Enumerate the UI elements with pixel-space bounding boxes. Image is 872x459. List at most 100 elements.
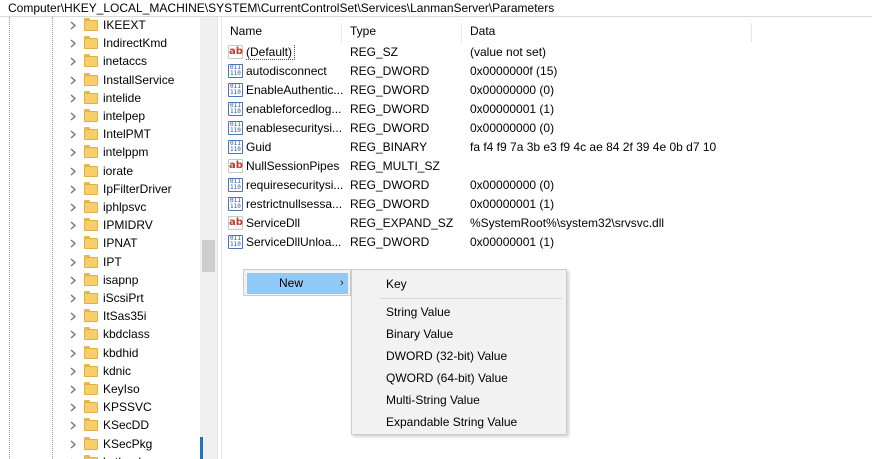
- tree-item[interactable]: IPT: [0, 253, 200, 271]
- chevron-right-icon[interactable]: [68, 309, 78, 323]
- value-row[interactable]: ab (Default) REG_SZ (value not set): [222, 43, 872, 62]
- value-row[interactable]: 011 110 enablesecuritysi... REG_DWORD 0x0000…: [222, 119, 872, 138]
- tree-item[interactable]: KeyIso: [0, 380, 200, 398]
- chevron-right-icon[interactable]: [68, 382, 78, 396]
- tree-item-label: intelppm: [103, 145, 149, 160]
- chevron-right-icon[interactable]: [68, 109, 78, 123]
- chevron-right-icon[interactable]: [68, 455, 78, 459]
- chevron-right-icon[interactable]: [68, 54, 78, 68]
- value-type: REG_DWORD: [350, 235, 430, 249]
- tree-item-label: IndirectKmd: [103, 36, 168, 51]
- value-row[interactable]: 011 110 requiresecuritysi... REG_DWORD 0x000…: [222, 176, 872, 195]
- folder-icon: [84, 72, 98, 86]
- value-row[interactable]: 011 110 ServiceDllUnloa... REG_DWORD 0x00000…: [222, 233, 872, 252]
- value-type: REG_DWORD: [350, 121, 430, 135]
- tree-item[interactable]: iorate: [0, 162, 200, 180]
- tree-item[interactable]: ItSas35i: [0, 307, 200, 325]
- tree-item[interactable]: InstallService: [0, 71, 200, 89]
- menu-item-dword-value[interactable]: DWORD (32-bit) Value: [386, 349, 507, 364]
- chevron-right-icon[interactable]: [68, 327, 78, 341]
- chevron-right-icon[interactable]: [68, 255, 78, 269]
- folder-icon: [84, 54, 98, 68]
- tree-item[interactable]: kbdclass: [0, 325, 200, 343]
- tree-item-label: inetaccs: [103, 54, 148, 69]
- value-type: REG_DWORD: [350, 83, 430, 97]
- tree-item[interactable]: IntelPMT: [0, 125, 200, 143]
- tree-item[interactable]: IPNAT: [0, 234, 200, 252]
- chevron-right-icon[interactable]: [68, 145, 78, 159]
- chevron-right-icon[interactable]: [68, 236, 78, 250]
- value-name: restrictnullsessa...: [246, 197, 343, 211]
- tree-item[interactable]: intelpep: [0, 107, 200, 125]
- tree-item[interactable]: iphlpsvc: [0, 198, 200, 216]
- tree-item[interactable]: IpFilterDriver: [0, 180, 200, 198]
- tree-item[interactable]: kbdhid: [0, 344, 200, 362]
- chevron-right-icon[interactable]: [68, 364, 78, 378]
- tree-item[interactable]: kdnic: [0, 362, 200, 380]
- column-header-data[interactable]: Data: [462, 23, 752, 42]
- tree-item[interactable]: iScsiPrt: [0, 289, 200, 307]
- menu-item-expandable-string-value[interactable]: Expandable String Value: [386, 415, 517, 430]
- binary-value-icon: 011 110: [228, 121, 243, 135]
- chevron-right-icon[interactable]: [68, 127, 78, 141]
- value-row[interactable]: 011 110 EnableAuthentic... REG_DWORD 0x00000…: [222, 81, 872, 100]
- context-menu-new-label: New: [279, 276, 304, 290]
- binary-value-icon: 011 110: [228, 197, 243, 211]
- value-row[interactable]: 011 110 autodisconnect REG_DWORD 0x0000000f …: [222, 62, 872, 81]
- chevron-right-icon[interactable]: [68, 36, 78, 50]
- tree-item[interactable]: IndirectKmd: [0, 34, 200, 52]
- chevron-right-icon[interactable]: [68, 18, 78, 32]
- value-row[interactable]: 011 110 enableforcedlog... REG_DWORD 0x00000…: [222, 100, 872, 119]
- menu-item-qword-value[interactable]: QWORD (64-bit) Value: [386, 371, 508, 386]
- chevron-right-icon[interactable]: [68, 73, 78, 87]
- tree-item[interactable]: inetaccs: [0, 52, 200, 70]
- chevron-right-icon[interactable]: [68, 273, 78, 287]
- chevron-right-icon[interactable]: [68, 200, 78, 214]
- tree-item[interactable]: IPMIDRV: [0, 216, 200, 234]
- chevron-right-icon[interactable]: [68, 291, 78, 305]
- column-header-name[interactable]: Name: [222, 23, 342, 42]
- value-name: requiresecuritysi...: [246, 178, 344, 192]
- chevron-right-icon[interactable]: [68, 346, 78, 360]
- tree-vertical-scrollbar[interactable]: [200, 17, 217, 459]
- value-row[interactable]: 011 110 Guid REG_BINARY fa f4 f9 7a 3b e3 f9…: [222, 138, 872, 157]
- tree-item[interactable]: KPSSVC: [0, 398, 200, 416]
- string-value-icon: ab: [228, 159, 243, 173]
- folder-icon: [84, 109, 98, 122]
- tree-item[interactable]: intelide: [0, 89, 200, 107]
- address-bar[interactable]: Computer\HKEY_LOCAL_MACHINE\SYSTEM\Curre…: [0, 0, 872, 17]
- value-name: Guid: [246, 140, 272, 154]
- folder-icon: [84, 127, 98, 141]
- value-row[interactable]: ab NullSessionPipes REG_MULTI_SZ: [222, 157, 872, 176]
- context-menu-new-item[interactable]: New ›: [247, 273, 348, 294]
- tree-item[interactable]: IKEEXT: [0, 17, 200, 34]
- chevron-right-icon[interactable]: [68, 437, 78, 451]
- tree-item[interactable]: KSecPkg: [0, 435, 200, 453]
- tree-item-label: iorate: [103, 163, 134, 178]
- folder-icon: [84, 163, 98, 177]
- column-header-type[interactable]: Type: [342, 23, 462, 42]
- chevron-right-icon[interactable]: [68, 182, 78, 196]
- tree-item[interactable]: ksthunk: [0, 453, 200, 459]
- value-row[interactable]: 011 110 restrictnullsessa... REG_DWORD 0x000…: [222, 195, 872, 214]
- value-name: enablesecuritysi...: [246, 121, 343, 135]
- scrollbar-thumb[interactable]: [202, 240, 215, 272]
- value-row[interactable]: ab ServiceDll REG_EXPAND_SZ %SystemRoot%\sy…: [222, 214, 872, 233]
- value-data: fa f4 f9 7a 3b e3 f9 4c ae 84 2f 39 4e 0…: [470, 140, 717, 154]
- chevron-right-icon[interactable]: [68, 418, 78, 432]
- menu-separator: [380, 298, 562, 299]
- tree-item[interactable]: isapnp: [0, 271, 200, 289]
- registry-key-tree[interactable]: IKEEXT IndirectKmd inetaccs InstallService i…: [0, 17, 217, 459]
- menu-item-binary-value[interactable]: Binary Value: [386, 327, 453, 342]
- menu-item-key[interactable]: Key: [386, 277, 407, 292]
- menu-item-multi-string-value[interactable]: Multi-String Value: [386, 393, 480, 408]
- tree-item[interactable]: intelppm: [0, 143, 200, 161]
- tree-item[interactable]: KSecDD: [0, 416, 200, 434]
- chevron-right-icon[interactable]: [68, 400, 78, 414]
- string-value-icon: ab: [228, 45, 243, 59]
- chevron-right-icon[interactable]: [68, 218, 78, 232]
- menu-item-string-value[interactable]: String Value: [386, 305, 450, 320]
- chevron-right-icon[interactable]: [68, 91, 78, 105]
- chevron-right-icon[interactable]: [68, 164, 78, 178]
- binary-value-icon: 011 110: [228, 178, 243, 192]
